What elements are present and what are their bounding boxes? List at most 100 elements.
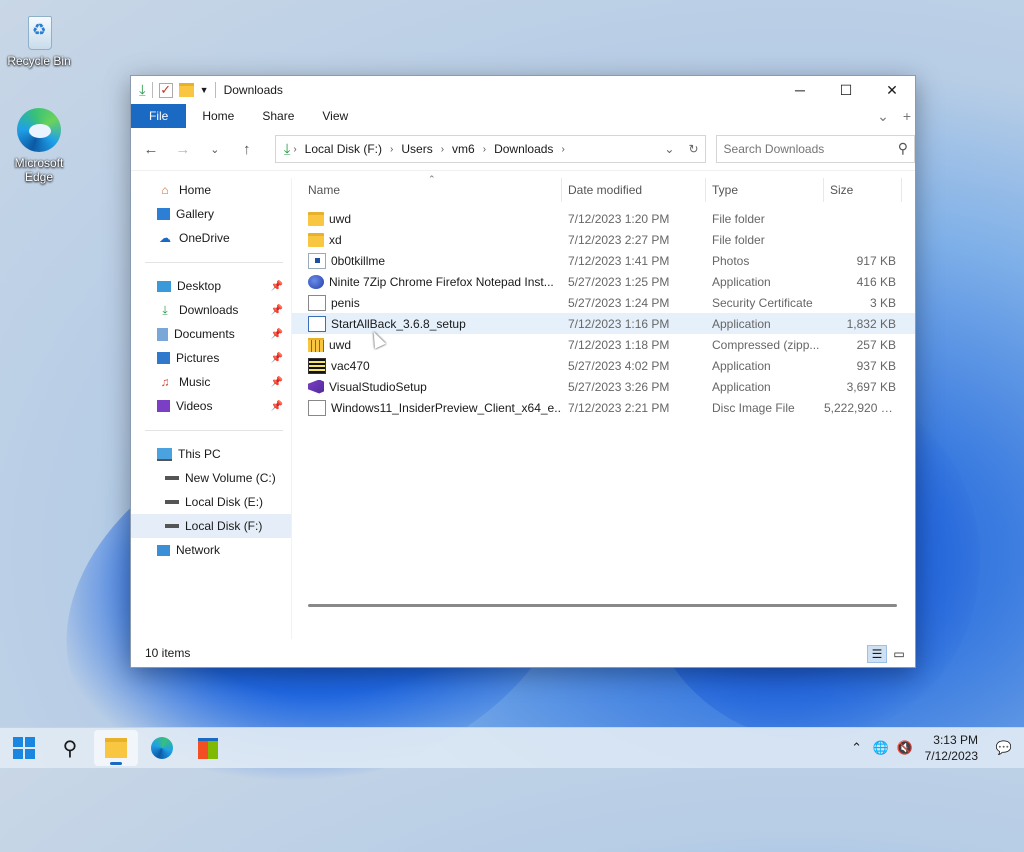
- nav-item-drive-c[interactable]: New Volume (C:): [131, 466, 291, 490]
- close-button[interactable]: ✕: [869, 76, 915, 104]
- breadcrumb-local-disk-f[interactable]: Local Disk (F:): [302, 142, 385, 156]
- volume-muted-icon[interactable]: 🔇: [893, 740, 917, 756]
- nav-item-this-pc[interactable]: This PC: [131, 442, 291, 466]
- breadcrumb-downloads[interactable]: Downloads: [491, 142, 556, 156]
- pin-icon[interactable]: 📌: [271, 329, 283, 340]
- nav-item-music[interactable]: ♫ Music 📌: [131, 370, 291, 394]
- file-name: StartAllBack_3.6.8_setup: [331, 316, 466, 331]
- taskbar-edge[interactable]: [140, 730, 184, 766]
- globe-icon[interactable]: 🌐: [869, 740, 893, 756]
- minimize-button[interactable]: ─: [777, 76, 823, 104]
- file-row[interactable]: uwd 7/12/2023 1:20 PM File folder: [292, 208, 915, 229]
- column-size[interactable]: Size: [824, 178, 902, 202]
- nav-item-home[interactable]: ⌂ Home: [131, 178, 291, 202]
- expand-ribbon-chevron-icon[interactable]: ⌄: [877, 108, 889, 125]
- file-name-cell: Windows11_InsiderPreview_Client_x64_e...: [292, 399, 562, 416]
- system-tray: ⌃ 🌐 🔇 3:13 PM 7/12/2023 💬: [845, 728, 1024, 768]
- pin-icon[interactable]: 📌: [271, 305, 283, 316]
- pin-icon[interactable]: 📌: [271, 401, 283, 412]
- notifications-icon[interactable]: 💬: [992, 740, 1016, 756]
- download-icon: ⤓: [139, 81, 146, 99]
- file-row[interactable]: uwd 7/12/2023 1:18 PM Compressed (zipp... 2…: [292, 334, 915, 355]
- add-tab-plus-icon[interactable]: +: [903, 108, 911, 124]
- file-row[interactable]: VisualStudioSetup 5/27/2023 3:26 PM Applic…: [292, 376, 915, 397]
- file-size: 3 KB: [869, 295, 896, 310]
- recent-locations-chevron-icon[interactable]: ⌄: [199, 143, 231, 156]
- up-button[interactable]: ↑: [231, 141, 263, 158]
- breadcrumb-chevron-icon[interactable]: ›: [441, 144, 444, 155]
- file-name-cell: vac470: [292, 357, 562, 374]
- details-view-icon[interactable]: ☰: [867, 645, 887, 663]
- vs-file-icon: [308, 379, 324, 394]
- breadcrumb-chevron-icon[interactable]: ›: [483, 144, 486, 155]
- start-button[interactable]: [2, 730, 46, 766]
- recycle-bin-icon: ♻: [22, 10, 56, 50]
- desktop-icon-recycle-bin[interactable]: ♻ Recycle Bin: [5, 10, 73, 68]
- sab-file-icon: [308, 315, 326, 332]
- horizontal-scrollbar[interactable]: [308, 604, 897, 607]
- back-button[interactable]: ←: [135, 141, 167, 158]
- nav-item-videos[interactable]: Videos 📌: [131, 394, 291, 418]
- show-hidden-icons-chevron-icon[interactable]: ⌃: [845, 740, 869, 756]
- file-row[interactable]: 0b0tkillme 7/12/2023 1:41 PM Photos 917 KB: [292, 250, 915, 271]
- tab-view[interactable]: View: [308, 104, 362, 128]
- column-name[interactable]: Name: [292, 178, 562, 202]
- large-icons-view-icon[interactable]: ▭: [889, 645, 909, 663]
- file-date: 7/12/2023 1:16 PM: [568, 316, 670, 331]
- file-type: Compressed (zipp...: [712, 337, 820, 352]
- address-bar[interactable]: ⤓ › Local Disk (F:) › Users › vm6 › Down…: [274, 135, 706, 163]
- nav-item-pictures[interactable]: Pictures 📌: [131, 346, 291, 370]
- file-row[interactable]: StartAllBack_3.6.8_setup 7/12/2023 1:16 P…: [292, 313, 915, 334]
- forward-button[interactable]: →: [167, 141, 199, 158]
- column-date-modified[interactable]: Date modified: [562, 178, 706, 202]
- pin-icon[interactable]: 📌: [271, 281, 283, 292]
- file-row[interactable]: Windows11_InsiderPreview_Client_x64_e...…: [292, 397, 915, 418]
- file-name: uwd: [329, 211, 352, 226]
- refresh-icon[interactable]: ↻: [688, 142, 698, 156]
- taskbar-file-explorer[interactable]: [94, 730, 138, 766]
- desktop-icon-edge[interactable]: Microsoft Edge: [5, 108, 73, 184]
- edge-icon: [17, 108, 61, 152]
- disc-file-icon: [308, 399, 326, 416]
- new-folder-icon[interactable]: [178, 83, 194, 97]
- file-type: Photos: [712, 253, 750, 268]
- clock[interactable]: 3:13 PM 7/12/2023: [917, 732, 992, 764]
- nav-item-drive-f[interactable]: Local Disk (F:): [131, 514, 291, 538]
- breadcrumb-chevron-icon[interactable]: ›: [561, 144, 564, 155]
- nav-item-label: Videos: [176, 399, 213, 413]
- nav-item-network[interactable]: Network: [131, 538, 291, 562]
- taskbar-store[interactable]: [186, 730, 230, 766]
- properties-icon[interactable]: ✓: [158, 82, 173, 98]
- taskbar-search-button[interactable]: ⚲: [48, 730, 92, 766]
- maximize-button[interactable]: ☐: [823, 76, 869, 104]
- home-icon: ⌂: [161, 183, 169, 197]
- tab-share[interactable]: Share: [248, 104, 308, 128]
- file-row[interactable]: xd 7/12/2023 2:27 PM File folder: [292, 229, 915, 250]
- nav-item-gallery[interactable]: Gallery: [131, 202, 291, 226]
- file-row[interactable]: penis 5/27/2023 1:24 PM Security Certifica…: [292, 292, 915, 313]
- nav-item-label: New Volume (C:): [185, 471, 276, 485]
- nav-item-downloads[interactable]: ⤓ Downloads 📌: [131, 298, 291, 322]
- desktop-icon-label: Recycle Bin: [7, 54, 71, 68]
- column-type[interactable]: Type: [706, 178, 824, 202]
- file-row[interactable]: vac470 5/27/2023 4:02 PM Application 937 KB: [292, 355, 915, 376]
- file-row[interactable]: Ninite 7Zip Chrome Firefox Notepad Inst.…: [292, 271, 915, 292]
- nav-item-drive-e[interactable]: Local Disk (E:): [131, 490, 291, 514]
- nav-item-documents[interactable]: Documents 📌: [131, 322, 291, 346]
- nav-item-desktop[interactable]: Desktop 📌: [131, 274, 291, 298]
- pin-icon[interactable]: 📌: [271, 353, 283, 364]
- tab-home[interactable]: Home: [188, 104, 248, 128]
- breadcrumb-chevron-icon: ›: [293, 143, 297, 155]
- breadcrumb-chevron-icon[interactable]: ›: [390, 144, 393, 155]
- ribbon-tabs: File Home Share View ⌄ +: [131, 104, 915, 128]
- pin-icon[interactable]: 📌: [271, 377, 283, 388]
- tab-file[interactable]: File: [131, 104, 187, 128]
- breadcrumb-users[interactable]: Users: [398, 142, 435, 156]
- search-box[interactable]: ⚲: [715, 135, 916, 163]
- search-input[interactable]: [716, 141, 886, 157]
- window-controls: ─ ☐ ✕: [777, 76, 915, 104]
- nav-item-onedrive[interactable]: ☁ OneDrive: [131, 226, 291, 250]
- address-history-chevron-icon[interactable]: ⌄: [664, 142, 674, 156]
- breadcrumb-vm6[interactable]: vm6: [449, 142, 478, 156]
- customize-toolbar-chevron-icon[interactable]: ▼: [200, 85, 209, 95]
